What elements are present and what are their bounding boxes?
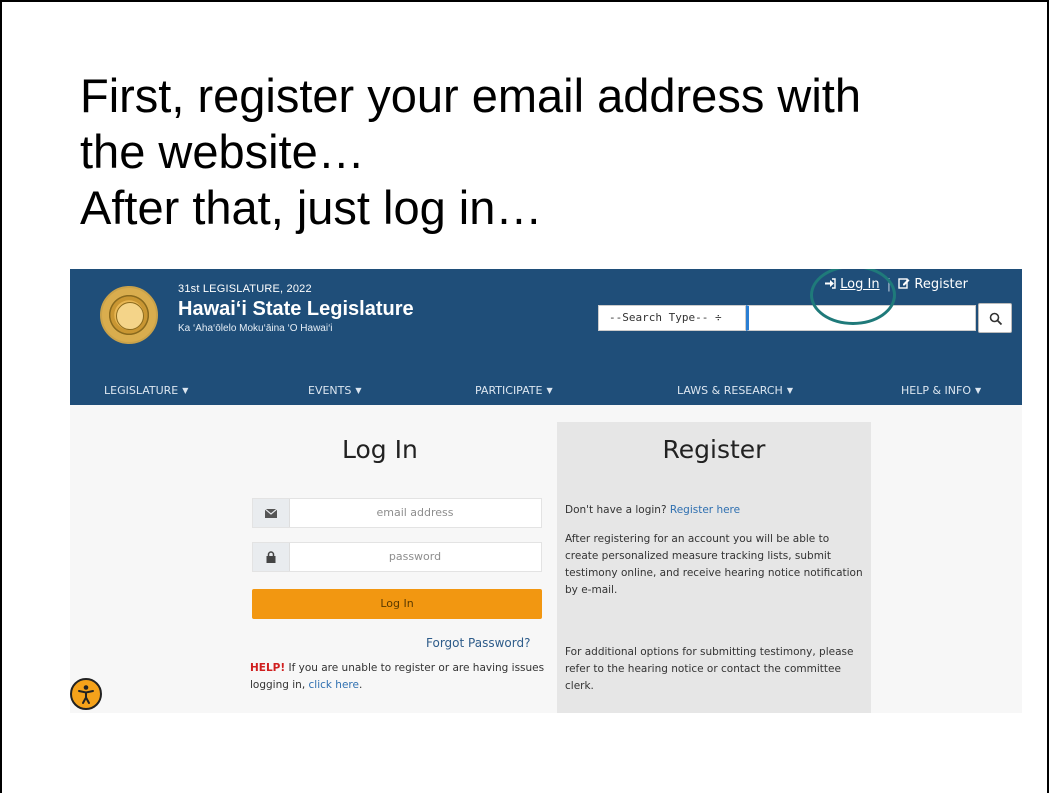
legislature-year: 31st LEGISLATURE, 2022 xyxy=(178,283,312,295)
register-link[interactable]: Register xyxy=(914,277,968,292)
site-header: 31st LEGISLATURE, 2022 Hawai‘i State Leg… xyxy=(70,269,1022,375)
help-label: HELP! xyxy=(250,662,286,674)
nav-label: HELP & INFO xyxy=(901,384,972,397)
nav-events[interactable]: EVENTS ▼ xyxy=(308,384,362,397)
nav-help-info[interactable]: HELP & INFO ▼ xyxy=(901,384,981,397)
accessibility-icon xyxy=(78,685,94,704)
login-heading: Log In xyxy=(342,435,418,464)
accessibility-button[interactable] xyxy=(70,678,102,710)
lock-icon xyxy=(266,551,276,563)
help-message: If you are unable to register or are hav… xyxy=(250,662,545,691)
password-field[interactable]: password xyxy=(252,542,542,572)
register-testimony-note: For additional options for submitting te… xyxy=(565,646,854,692)
register-intro-text: Don't have a login? xyxy=(565,504,670,516)
register-description: After registering for an account you wil… xyxy=(565,533,863,596)
slide-title-line-3: After that, just log in… xyxy=(80,181,543,234)
password-placeholder: password xyxy=(388,550,442,563)
register-here-link[interactable]: Register here xyxy=(670,504,740,516)
email-field[interactable]: email address xyxy=(252,498,542,528)
email-addon xyxy=(253,499,290,527)
nav-laws-research[interactable]: LAWS & RESEARCH ▼ xyxy=(677,384,793,397)
slide-title-line-2: the website… xyxy=(80,125,365,178)
help-text: HELP! If you are unable to register or a… xyxy=(250,660,550,694)
nav-label: PARTICIPATE xyxy=(475,384,543,397)
caret-down-icon: ▼ xyxy=(355,386,362,395)
caret-down-icon: ▼ xyxy=(182,386,189,395)
nav-legislature[interactable]: LEGISLATURE ▼ xyxy=(104,384,188,397)
seal-emblem xyxy=(116,302,144,330)
password-addon xyxy=(253,543,290,571)
search-icon xyxy=(989,312,1003,326)
nav-participate[interactable]: PARTICIPATE ▼ xyxy=(475,384,553,397)
search-type-select[interactable]: --Search Type-- ÷ xyxy=(598,305,746,331)
main-nav: LEGISLATURE ▼ EVENTS ▼ PARTICIPATE ▼ LAWS &… xyxy=(70,375,1022,405)
nav-label: LAWS & RESEARCH xyxy=(677,384,783,397)
nav-label: LEGISLATURE xyxy=(104,384,179,397)
legislature-subtitle: Ka ‘Aha‘ōlelo Moku‘āina ‘O Hawai‘i xyxy=(178,323,333,334)
envelope-icon xyxy=(265,509,277,518)
register-heading: Register xyxy=(662,435,766,464)
login-button[interactable]: Log In xyxy=(252,589,542,619)
register-intro: Don't have a login? Register here xyxy=(565,502,865,519)
email-placeholder: email address xyxy=(376,506,454,519)
website-screenshot: 31st LEGISLATURE, 2022 Hawai‘i State Leg… xyxy=(70,269,1022,713)
caret-down-icon: ▼ xyxy=(786,386,793,395)
caret-down-icon: ▼ xyxy=(546,386,553,395)
slide-title: First, register your email address with … xyxy=(80,68,1020,236)
search-button[interactable] xyxy=(978,303,1012,333)
legislature-name[interactable]: Hawai‘i State Legislature xyxy=(178,298,414,321)
presentation-slide: First, register your email address with … xyxy=(0,0,1049,793)
state-seal-logo[interactable] xyxy=(100,286,158,344)
edit-icon[interactable] xyxy=(898,277,914,292)
help-suffix: . xyxy=(358,679,363,691)
help-click-here-link[interactable]: click here xyxy=(309,679,359,691)
caret-down-icon: ▼ xyxy=(975,386,982,395)
slide-title-line-1: First, register your email address with xyxy=(80,69,861,122)
forgot-password-link[interactable]: Forgot Password? xyxy=(426,636,530,650)
nav-label: EVENTS xyxy=(308,384,352,397)
